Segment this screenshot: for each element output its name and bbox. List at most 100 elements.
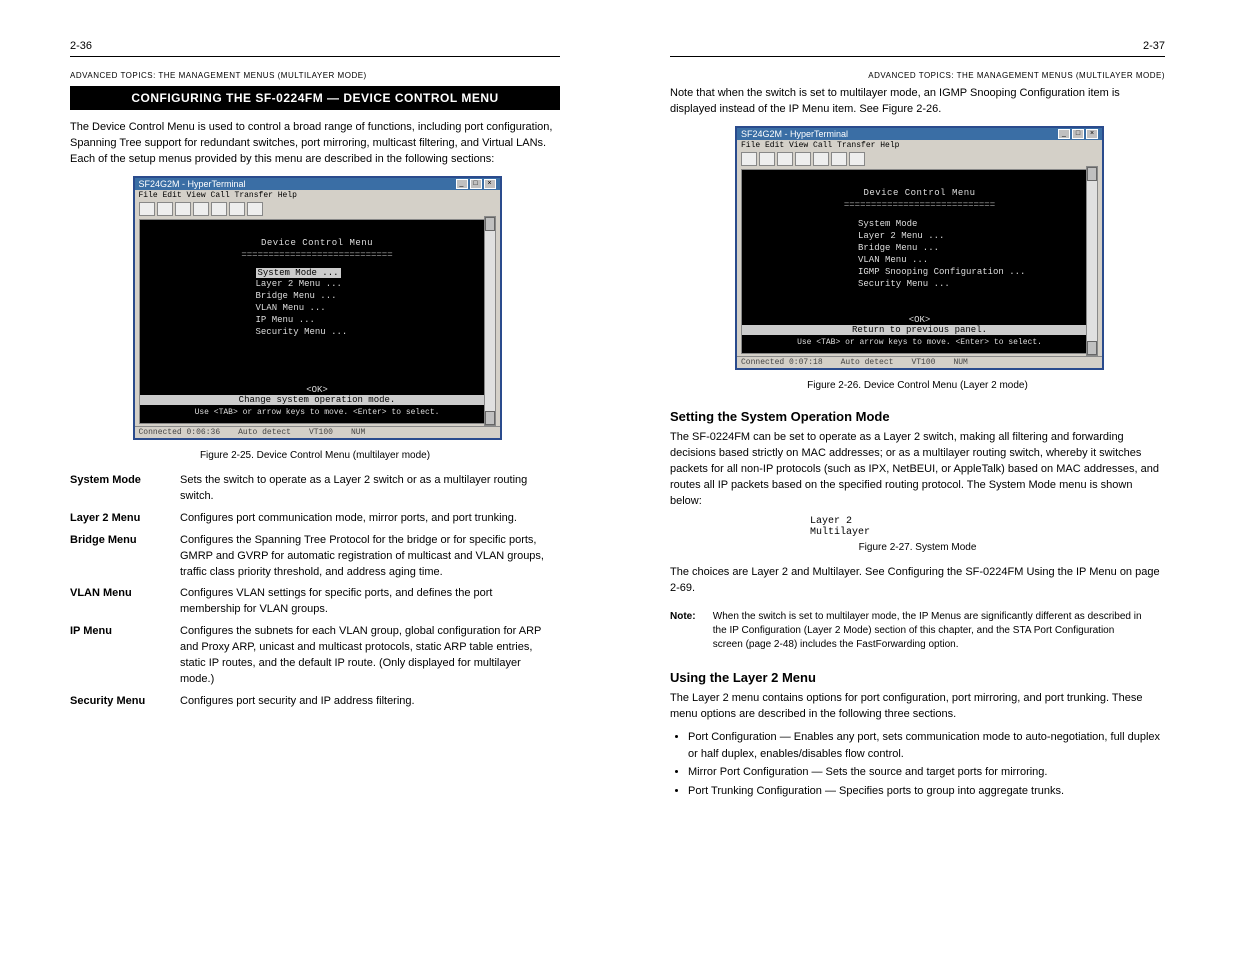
toolbar-icon[interactable] <box>849 152 865 166</box>
ok-hint-bar: Return to previous panel. <box>742 325 1097 335</box>
ok-label[interactable]: <OK> <box>742 315 1097 325</box>
figure-caption-2-25: Figure 2-25. Device Control Menu (multil… <box>70 450 560 461</box>
scroll-down-icon[interactable] <box>1087 341 1097 355</box>
minimize-icon[interactable]: _ <box>456 179 468 189</box>
list-item: Port Configuration — Enables any port, s… <box>688 729 1165 762</box>
sysmode-para1: The SF-0224FM can be set to operate as a… <box>670 430 1165 510</box>
option-desc: Configures port security and IP address … <box>180 694 550 710</box>
nav-hint: Use <TAB> or arrow keys to move. <Enter>… <box>140 408 495 417</box>
option-row: Bridge MenuConfigures the Spanning Tree … <box>70 533 560 581</box>
menu-item[interactable]: Security Menu ... <box>256 326 489 338</box>
toolbar-icon[interactable] <box>813 152 829 166</box>
option-term: Security Menu <box>70 694 180 710</box>
figure-caption-2-27: Figure 2-27. System Mode <box>670 542 1165 553</box>
header-rule-left <box>70 56 560 57</box>
menubar[interactable]: File Edit View Call Transfer Help <box>737 140 1102 151</box>
header-rule-right <box>670 56 1165 57</box>
terminal-heading: Device Control Menu <box>146 238 489 248</box>
window-titlebar: SF24G2M - HyperTerminal _ □ × <box>135 178 500 190</box>
toolbar-icon[interactable] <box>211 202 227 216</box>
status-field: Auto detect <box>841 358 894 367</box>
note-label: Note: <box>670 610 710 624</box>
menu-item[interactable]: Layer 2 Menu ... <box>858 230 1091 242</box>
close-icon[interactable]: × <box>484 179 496 189</box>
running-head-left: ADVANCED TOPICS: THE MANAGEMENT MENUS (M… <box>70 71 560 80</box>
figure-2-25: SF24G2M - HyperTerminal _ □ × File Edit … <box>133 176 498 440</box>
figure-2-26: SF24G2M - HyperTerminal _ □ × File Edit … <box>735 126 1100 370</box>
scroll-up-icon[interactable] <box>485 217 495 231</box>
toolbar-icon[interactable] <box>831 152 847 166</box>
toolbar-icon[interactable] <box>175 202 191 216</box>
layer2-bullets: Port Configuration — Enables any port, s… <box>688 729 1165 799</box>
option-row: Security MenuConfigures port security an… <box>70 694 560 710</box>
toolbar-icon[interactable] <box>157 202 173 216</box>
window-title: SF24G2M - HyperTerminal <box>741 129 848 139</box>
status-field: NUM <box>953 358 967 367</box>
toolbar-icon[interactable] <box>229 202 245 216</box>
status-field: Connected 0:06:36 <box>139 428 221 437</box>
option-term: System Mode <box>70 473 180 489</box>
close-icon[interactable]: × <box>1086 129 1098 139</box>
page-number-right: 2-37 <box>670 40 1165 52</box>
window-controls: _ □ × <box>1058 129 1098 139</box>
option-term: IP Menu <box>70 624 180 640</box>
option-term: VLAN Menu <box>70 586 180 602</box>
minimize-icon[interactable]: _ <box>1058 129 1070 139</box>
menu-item[interactable]: IGMP Snooping Configuration ... <box>858 266 1091 278</box>
layer2-para: The Layer 2 menu contains options for po… <box>670 691 1165 723</box>
option-row: VLAN MenuConfigures VLAN settings for sp… <box>70 586 560 618</box>
sysmode-option: Multilayer <box>810 527 1165 538</box>
list-item: Mirror Port Configuration — Sets the sou… <box>688 764 1165 781</box>
option-row: IP MenuConfigures the subnets for each V… <box>70 624 560 688</box>
toolbar-icon[interactable] <box>247 202 263 216</box>
menu-item-selected[interactable]: System Mode ... <box>256 268 341 278</box>
menu-item[interactable]: System Mode <box>858 218 1091 230</box>
menu-item[interactable]: VLAN Menu ... <box>858 254 1091 266</box>
menu-item[interactable]: Bridge Menu ... <box>256 290 489 302</box>
toolbar-icon[interactable] <box>759 152 775 166</box>
option-row: Layer 2 MenuConfigures port communicatio… <box>70 511 560 527</box>
option-term: Bridge Menu <box>70 533 180 549</box>
status-field: VT100 <box>911 358 935 367</box>
heading-layer2: Using the Layer 2 Menu <box>670 670 1165 685</box>
ok-label[interactable]: <OK> <box>140 385 495 395</box>
menubar[interactable]: File Edit View Call Transfer Help <box>135 190 500 201</box>
sysmode-option: Layer 2 <box>810 516 1165 527</box>
statusbar: Connected 0:06:36 Auto detect VT100 NUM <box>135 426 500 438</box>
option-term: Layer 2 Menu <box>70 511 180 527</box>
maximize-icon[interactable]: □ <box>1072 129 1084 139</box>
scrollbar[interactable] <box>1086 166 1098 356</box>
option-desc: Sets the switch to operate as a Layer 2 … <box>180 473 550 505</box>
list-item: Port Trunking Configuration — Specifies … <box>688 783 1165 800</box>
menu-item[interactable]: Security Menu ... <box>858 278 1091 290</box>
toolbar-icon[interactable] <box>795 152 811 166</box>
scrollbar[interactable] <box>484 216 496 426</box>
menu-item[interactable]: Bridge Menu ... <box>858 242 1091 254</box>
ok-hint-bar: Change system operation mode. <box>140 395 495 405</box>
figure-caption-2-26: Figure 2-26. Device Control Menu (Layer … <box>670 380 1165 391</box>
scroll-up-icon[interactable] <box>1087 167 1097 181</box>
option-desc: Configures the subnets for each VLAN gro… <box>180 624 550 688</box>
option-desc: Configures port communication mode, mirr… <box>180 511 550 527</box>
window-controls: _ □ × <box>456 179 496 189</box>
terminal-heading: Device Control Menu <box>748 188 1091 198</box>
toolbar-icon[interactable] <box>777 152 793 166</box>
status-field: Connected 0:07:18 <box>741 358 823 367</box>
toolbar-icon[interactable] <box>741 152 757 166</box>
maximize-icon[interactable]: □ <box>470 179 482 189</box>
toolbar <box>135 201 500 217</box>
window-title: SF24G2M - HyperTerminal <box>139 179 246 189</box>
menu-item[interactable]: Layer 2 Menu ... <box>256 278 489 290</box>
heading-system-mode: Setting the System Operation Mode <box>670 409 1165 424</box>
status-field: Auto detect <box>238 428 291 437</box>
status-field: VT100 <box>309 428 333 437</box>
terminal-area: Device Control Menu ====================… <box>741 169 1098 354</box>
menu-item[interactable]: VLAN Menu ... <box>256 302 489 314</box>
terminal-heading-underline: ============================ <box>146 250 489 260</box>
menu-item[interactable]: IP Menu ... <box>256 314 489 326</box>
toolbar-icon[interactable] <box>193 202 209 216</box>
toolbar-icon[interactable] <box>139 202 155 216</box>
scroll-down-icon[interactable] <box>485 411 495 425</box>
section-banner: CONFIGURING THE SF-0224FM — DEVICE CONTR… <box>70 86 560 110</box>
page-number-left: 2-36 <box>70 40 560 52</box>
